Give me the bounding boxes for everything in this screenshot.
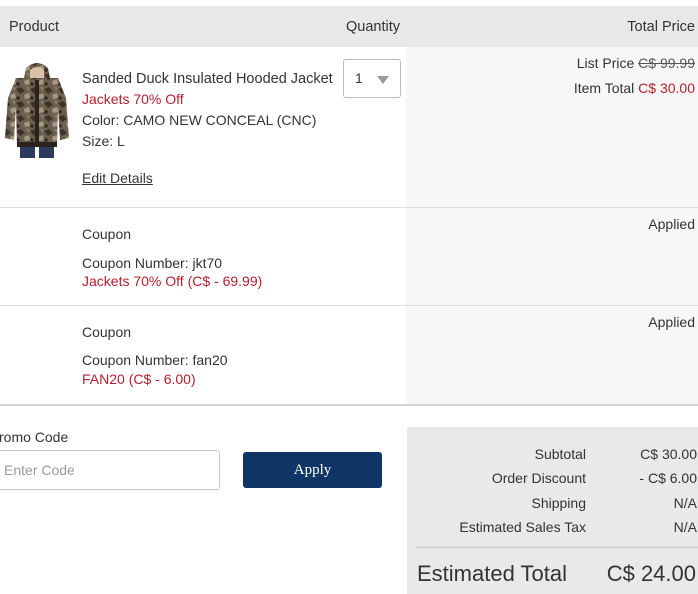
order-discount-value: - C$ 6.00	[639, 470, 697, 486]
edit-details-link[interactable]: Edit Details	[82, 170, 153, 186]
cart-header: Product Quantity Total Price	[0, 6, 698, 47]
shipping-value: N/A	[673, 495, 697, 511]
coupon-title: Coupon	[82, 226, 132, 242]
promo-code-label: romo Code	[0, 429, 69, 445]
estimated-total-value: C$ 24.00	[606, 561, 696, 586]
header-quantity: Quantity	[346, 19, 400, 35]
subtotal-value: C$ 30.00	[640, 446, 697, 462]
product-size: Size: L	[82, 133, 125, 149]
list-price-value: C$ 99.99	[638, 55, 695, 71]
sales-tax-value: N/A	[673, 519, 697, 535]
header-total-price: Total Price	[627, 19, 695, 35]
chevron-down-icon	[377, 76, 389, 84]
header-product: Product	[9, 19, 59, 35]
summary-divider	[416, 547, 698, 548]
row-divider	[0, 305, 698, 306]
coupon-number: Coupon Number: jkt70	[82, 255, 223, 271]
item-total: Item Total C$ 30.00	[574, 80, 695, 96]
coupon-discount: Jackets 70% Off (C$ - 69.99)	[82, 273, 263, 289]
apply-button[interactable]: Apply	[243, 452, 382, 488]
coupon-title: Coupon	[82, 324, 132, 340]
row-divider	[0, 207, 698, 208]
quantity-value: 1	[355, 70, 363, 86]
quantity-select[interactable]: 1	[343, 59, 401, 98]
product-promo: Jackets 70% Off	[82, 91, 184, 107]
section-divider	[0, 404, 698, 406]
list-price: List Price C$ 99.99	[577, 55, 695, 71]
product-name[interactable]: Sanded Duck Insulated Hooded Jacket	[82, 71, 333, 87]
coupon-status: Applied	[648, 314, 695, 330]
promo-code-input[interactable]	[0, 450, 220, 490]
product-color: Color: CAMO NEW CONCEAL (CNC)	[82, 112, 317, 128]
shipping-label: Shipping	[531, 495, 587, 511]
coupon-discount: FAN20 (C$ - 6.00)	[82, 371, 196, 387]
sales-tax-label: Estimated Sales Tax	[459, 519, 586, 535]
list-price-label: List Price	[576, 55, 635, 71]
jacket-product-image[interactable]	[2, 58, 72, 158]
item-total-label: Item Total	[573, 80, 635, 96]
coupon-number: Coupon Number: fan20	[82, 352, 228, 368]
order-discount-label: Order Discount	[491, 470, 586, 486]
subtotal-label: Subtotal	[534, 446, 586, 462]
estimated-total-label: Estimated Total	[417, 561, 568, 586]
coupon-status: Applied	[648, 216, 695, 232]
item-total-value: C$ 30.00	[638, 80, 695, 96]
